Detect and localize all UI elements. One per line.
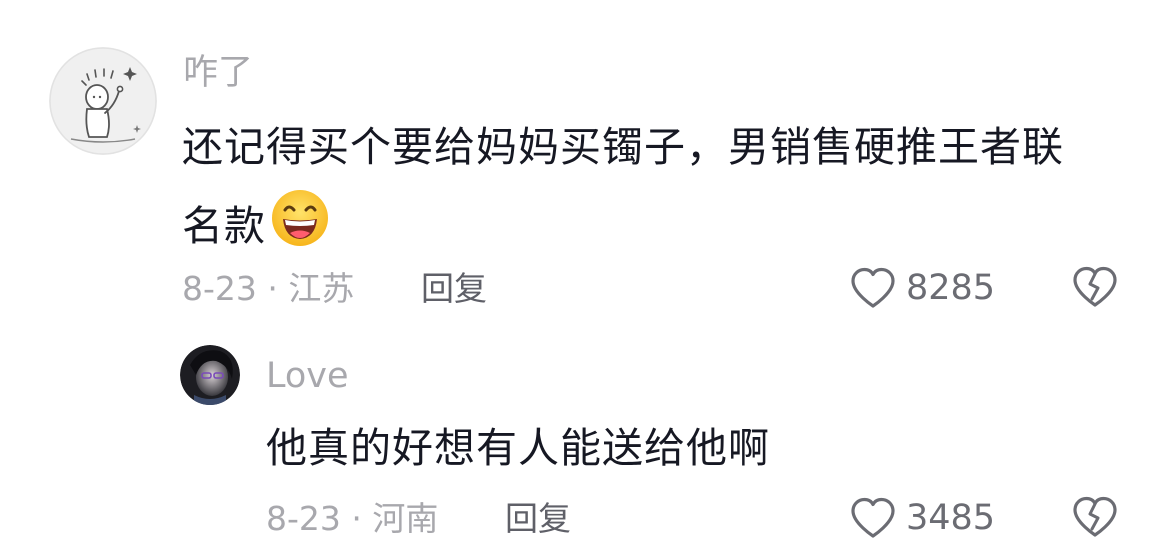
doodle-avatar-icon [49, 47, 157, 155]
comment-text-line: 名款 [182, 188, 1142, 265]
comment-text-line: 还记得买个要给妈妈买镯子，男销售硬推王者联 [182, 123, 1064, 171]
comment-meta: 8-23 · 江苏 [182, 269, 355, 308]
comment-item: 咋了 还记得买个要给妈妈买镯子，男销售硬推王者联 名款 8-23 · 江苏 回复… [0, 0, 1170, 330]
comment-text: 还记得买个要给妈妈买镯子，男销售硬推王者联 名款 [182, 116, 1142, 265]
like-button[interactable]: 3485 [850, 496, 995, 540]
reply-button[interactable]: 回复 [421, 272, 487, 305]
grinning-face-icon [270, 188, 330, 265]
comment-username[interactable]: 咋了 [183, 56, 253, 91]
user-avatar[interactable] [49, 47, 157, 155]
comment-meta: 8-23 · 河南 [266, 499, 439, 538]
heart-outline-icon [851, 267, 895, 308]
broken-heart-icon [1073, 266, 1117, 307]
reply-comment-item: Love 他真的好想有人能送给他啊 8-23 · 河南 回复 3485 [0, 330, 1170, 553]
user-avatar[interactable] [180, 345, 240, 405]
heart-outline-icon [851, 497, 895, 538]
comment-text: 他真的好想有人能送给他啊 [266, 424, 770, 472]
photo-avatar-icon [180, 345, 240, 405]
like-count: 3485 [906, 497, 996, 538]
comment-text-segment: 名款 [182, 202, 266, 250]
dislike-button[interactable] [1072, 266, 1118, 312]
broken-heart-icon [1073, 496, 1117, 537]
comment-username[interactable]: Love [266, 359, 349, 394]
dislike-button[interactable] [1072, 496, 1118, 542]
reply-button[interactable]: 回复 [505, 502, 571, 535]
like-count: 8285 [906, 267, 996, 308]
like-button[interactable]: 8285 [850, 266, 995, 310]
